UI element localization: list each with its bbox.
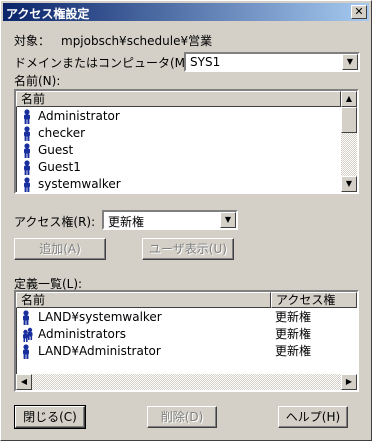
definitions-access-header[interactable]: アクセス権 <box>271 292 357 308</box>
chevron-down-icon[interactable]: ▼ <box>342 54 358 70</box>
access-settings-dialog: アクセス権設定 ✕ 対象： mpjobsch¥schedule¥営業 ドメインま… <box>0 0 372 441</box>
user-icon <box>21 344 35 359</box>
close-button[interactable]: 閉じる(C) <box>14 405 86 429</box>
user-icon <box>22 143 32 158</box>
definition-name: Administrators <box>38 327 127 341</box>
definitions-name-header[interactable]: 名前 <box>16 292 271 308</box>
names-column-header[interactable]: 名前 <box>16 91 341 107</box>
close-window-button[interactable]: ✕ <box>351 5 367 19</box>
user-icon <box>21 310 35 325</box>
definition-access: 更新権 <box>275 310 312 324</box>
list-item[interactable]: systemwalker <box>16 176 338 193</box>
access-value: 更新権 <box>108 215 145 229</box>
list-item[interactable]: checker <box>16 125 338 142</box>
scroll-thumb[interactable] <box>341 107 357 133</box>
add-button[interactable]: 追加(A) <box>14 238 106 260</box>
help-button[interactable]: ヘルプ(H) <box>278 406 348 428</box>
list-item-label: Administrator <box>38 109 120 123</box>
window-title: アクセス権設定 <box>6 7 90 21</box>
names-label: 名前(N): <box>14 74 61 88</box>
names-listbox[interactable]: 名前 Administrator checker Guest Guest1 system… <box>14 89 359 194</box>
scroll-right-icon[interactable]: ▶ <box>341 374 357 390</box>
definition-name: LAND¥Administrator <box>38 344 161 358</box>
access-combobox[interactable]: 更新権 ▼ <box>102 210 238 230</box>
definitions-h-scrollbar[interactable]: ◀ ▶ <box>16 374 357 390</box>
target-value: mpjobsch¥schedule¥営業 <box>61 34 213 48</box>
show-users-button[interactable]: ユーザ表示(U) <box>142 238 234 260</box>
scroll-left-icon[interactable]: ◀ <box>16 374 32 390</box>
chevron-down-icon[interactable]: ▼ <box>220 212 236 228</box>
list-item-label: Guest <box>38 143 74 157</box>
target-label: 対象： <box>14 34 51 48</box>
access-label: アクセス権(R): <box>14 215 96 229</box>
names-scrollbar[interactable]: ▲ ▼ <box>341 91 357 192</box>
table-row[interactable]: LAND¥Administrator 更新権 <box>16 343 357 360</box>
list-item[interactable]: Guest <box>16 142 338 159</box>
definition-name: LAND¥systemwalker <box>38 310 162 324</box>
user-icon <box>22 177 32 192</box>
list-item-label: checker <box>38 126 86 140</box>
title-bar[interactable]: アクセス権設定 ✕ <box>3 3 369 21</box>
definitions-listview[interactable]: 名前 アクセス権 LAND¥systemwalker 更新権 Administrat… <box>14 290 359 392</box>
domain-value: SYS1 <box>190 55 221 69</box>
list-item-label: systemwalker <box>38 177 121 191</box>
domain-combobox[interactable]: SYS1 ▼ <box>184 52 360 72</box>
table-row[interactable]: Administrators 更新権 <box>16 326 357 343</box>
group-icon <box>21 327 35 342</box>
scroll-up-icon[interactable]: ▲ <box>341 91 357 107</box>
user-icon <box>22 126 32 141</box>
delete-button[interactable]: 削除(D) <box>147 406 217 428</box>
user-icon <box>22 160 32 175</box>
list-item-label: Guest1 <box>38 160 81 174</box>
list-item[interactable]: Administrator <box>16 108 338 125</box>
scroll-down-icon[interactable]: ▼ <box>341 176 357 192</box>
list-item[interactable]: Guest1 <box>16 159 338 176</box>
definition-access: 更新権 <box>275 327 312 341</box>
user-icon <box>22 109 32 124</box>
table-row[interactable]: LAND¥systemwalker 更新権 <box>16 309 357 326</box>
definition-access: 更新権 <box>275 344 312 358</box>
domain-label: ドメインまたはコンピュータ(M): <box>14 56 194 70</box>
